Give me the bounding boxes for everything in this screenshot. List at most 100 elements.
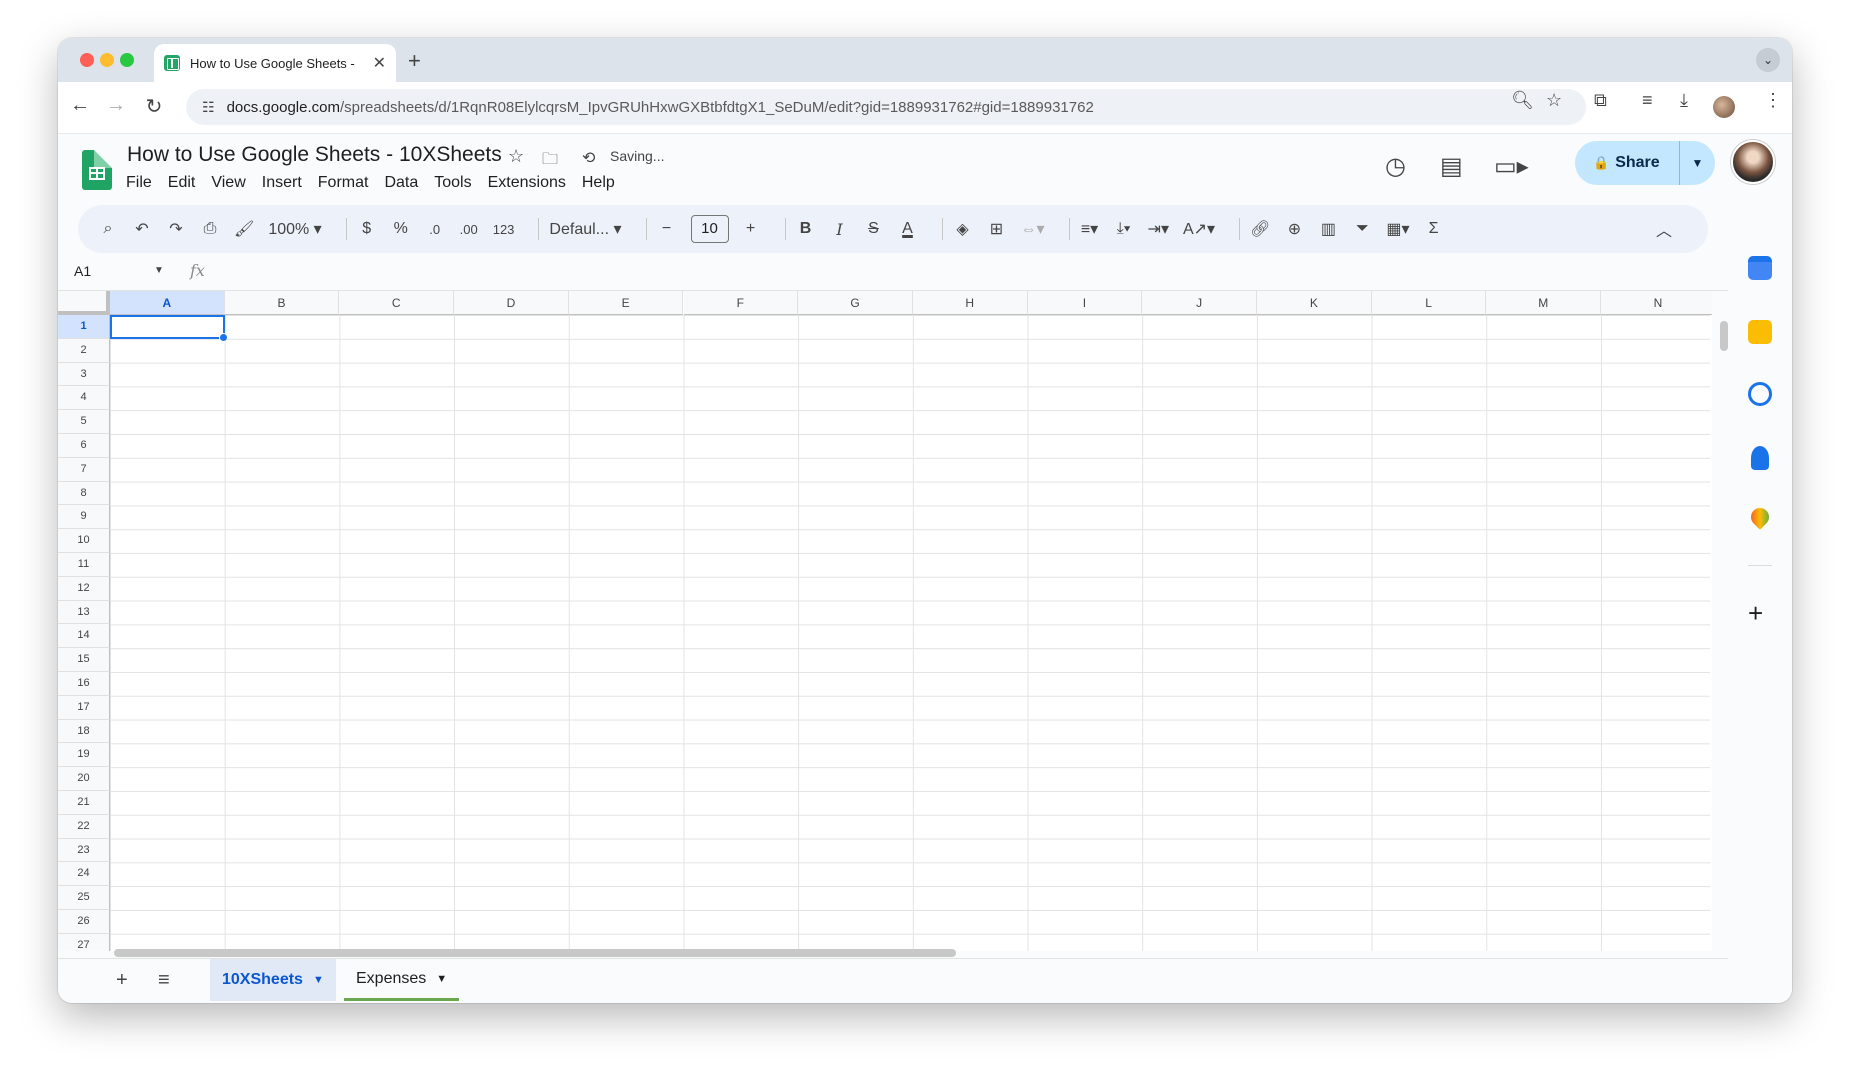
insert-chart-icon[interactable]: ▥ <box>1318 219 1338 239</box>
row-header-26[interactable]: 26 <box>58 910 110 934</box>
row-header-22[interactable]: 22 <box>58 814 110 839</box>
menu-tools[interactable]: Tools <box>426 170 479 196</box>
download-icon[interactable]: ⤓ <box>1680 90 1688 111</box>
currency-format-button[interactable]: $ <box>357 220 377 238</box>
zoom-select[interactable]: 100% ▾ <box>268 219 321 239</box>
row-header-2[interactable]: 2 <box>58 338 110 363</box>
font-size-input[interactable]: 10 <box>690 215 729 243</box>
menu-view[interactable]: View <box>203 170 253 196</box>
new-tab-plus-icon[interactable]: + <box>408 48 421 74</box>
document-title[interactable]: How to Use Google Sheets - 10XSheets <box>127 143 502 167</box>
forward-arrow-icon[interactable]: → <box>102 94 130 117</box>
share-dropdown-chevron-icon[interactable]: ▼ <box>1679 141 1715 185</box>
sheet-tab-chevron-icon[interactable]: ▼ <box>313 974 324 986</box>
functions-sigma-icon[interactable]: Σ <box>1424 220 1444 238</box>
column-header-g[interactable]: G <box>798 291 913 315</box>
extensions-puzzle-icon[interactable]: ⧉ <box>1594 90 1607 111</box>
row-header-15[interactable]: 15 <box>58 648 110 672</box>
create-filter-icon[interactable]: ⏷ <box>1352 220 1372 238</box>
profile-avatar-small[interactable] <box>1713 96 1735 118</box>
row-header-14[interactable]: 14 <box>58 624 110 649</box>
sheet-tab-10xsheets[interactable]: 10XSheets ▼ <box>210 959 336 1001</box>
row-header-18[interactable]: 18 <box>58 719 110 744</box>
row-header-8[interactable]: 8 <box>58 481 110 506</box>
strikethrough-icon[interactable]: S <box>864 220 884 238</box>
text-wrapping-icon[interactable]: ⇥▾ <box>1148 219 1169 239</box>
search-menus-icon[interactable]: ⌕ <box>98 220 118 238</box>
text-color-icon[interactable]: A <box>898 220 918 238</box>
row-header-23[interactable]: 23 <box>58 838 110 863</box>
vertical-scrollbar[interactable] <box>1720 321 1728 351</box>
column-header-i[interactable]: I <box>1027 291 1143 315</box>
expand-panel-chevron-icon[interactable]: › <box>1752 1000 1757 1003</box>
row-header-7[interactable]: 7 <box>58 457 110 482</box>
menu-help[interactable]: Help <box>574 170 623 196</box>
row-header-24[interactable]: 24 <box>58 862 110 887</box>
column-header-k[interactable]: K <box>1257 291 1372 315</box>
column-header-j[interactable]: J <box>1142 291 1257 315</box>
calendar-icon[interactable] <box>1748 256 1772 280</box>
back-arrow-icon[interactable]: ← <box>66 94 94 117</box>
insert-link-icon[interactable]: 🔗︎ <box>1250 219 1270 239</box>
get-addons-plus-icon[interactable]: + <box>1748 598 1763 629</box>
name-box-dropdown-icon[interactable]: ▼ <box>154 265 164 276</box>
row-header-5[interactable]: 5 <box>58 410 110 434</box>
row-header-21[interactable]: 21 <box>58 791 110 815</box>
name-box[interactable]: A1 <box>74 263 91 279</box>
row-header-9[interactable]: 9 <box>58 505 110 530</box>
row-header-16[interactable]: 16 <box>58 672 110 696</box>
row-header-20[interactable]: 20 <box>58 767 110 791</box>
row-header-12[interactable]: 12 <box>58 576 110 601</box>
paint-format-icon[interactable]: 🖌︎ <box>234 219 254 239</box>
menu-data[interactable]: Data <box>376 170 426 196</box>
browser-menu-kebab-icon[interactable]: ⋮ <box>1764 90 1782 111</box>
horizontal-scrollbar[interactable] <box>114 949 956 957</box>
text-rotation-icon[interactable]: A↗▾ <box>1183 219 1215 239</box>
bookmark-star-icon[interactable]: ☆ <box>1546 90 1562 111</box>
add-sheet-plus-icon[interactable]: + <box>116 969 128 992</box>
site-settings-icon[interactable]: ☷ <box>202 99 215 116</box>
maps-icon[interactable] <box>1747 504 1773 530</box>
active-cell-a1[interactable] <box>110 315 228 342</box>
row-header-27[interactable]: 27 <box>58 933 110 951</box>
redo-icon[interactable]: ↷ <box>166 219 186 239</box>
star-icon[interactable]: ☆ <box>508 146 524 167</box>
column-header-b[interactable]: B <box>224 291 340 315</box>
row-header-13[interactable]: 13 <box>58 600 110 625</box>
horizontal-align-icon[interactable]: ≡▾ <box>1080 219 1100 239</box>
tasks-icon[interactable] <box>1748 382 1772 406</box>
column-header-h[interactable]: H <box>912 291 1028 315</box>
column-header-e[interactable]: E <box>568 291 684 315</box>
sheet-tab-expenses[interactable]: Expenses ▼ <box>344 959 460 1001</box>
undo-icon[interactable]: ↶ <box>132 219 152 239</box>
row-header-3[interactable]: 3 <box>58 362 110 387</box>
all-sheets-menu-icon[interactable]: ≡ <box>158 969 170 992</box>
meet-camera-icon[interactable]: ▭▸ <box>1494 152 1529 181</box>
column-header-d[interactable]: D <box>454 291 569 315</box>
row-header-4[interactable]: 4 <box>58 386 110 411</box>
keep-icon[interactable] <box>1748 320 1772 344</box>
comments-icon[interactable]: ▤ <box>1440 152 1463 181</box>
media-queue-icon[interactable]: ≡ <box>1642 90 1653 111</box>
browser-tab[interactable]: How to Use Google Sheets - ✕ <box>154 44 396 82</box>
italic-icon[interactable]: I <box>830 220 850 239</box>
decrease-font-size-icon[interactable]: − <box>657 220 677 238</box>
borders-icon[interactable]: ⊞ <box>987 219 1007 239</box>
table-icon[interactable]: ▦▾ <box>1386 219 1409 239</box>
reload-icon[interactable]: ↻ <box>140 94 168 119</box>
version-history-icon[interactable]: ◷ <box>1385 152 1406 181</box>
close-window-button[interactable] <box>80 53 94 67</box>
column-header-f[interactable]: F <box>683 291 799 315</box>
column-header-m[interactable]: M <box>1486 291 1602 315</box>
minimize-window-button[interactable] <box>100 53 114 67</box>
fill-color-icon[interactable]: ◈ <box>953 219 973 239</box>
bold-icon[interactable]: B <box>796 220 816 238</box>
collapse-toolbar-chevron-icon[interactable]: ︿ <box>1654 217 1674 241</box>
sheet-tab-chevron-icon[interactable]: ▼ <box>436 973 447 985</box>
select-all-corner[interactable] <box>58 291 110 315</box>
column-header-a[interactable]: A <box>110 291 225 315</box>
row-header-11[interactable]: 11 <box>58 553 110 577</box>
menu-extensions[interactable]: Extensions <box>480 170 574 196</box>
vertical-align-icon[interactable]: ⤓▾ <box>1114 220 1134 238</box>
print-icon[interactable]: ⎙ <box>200 220 220 238</box>
